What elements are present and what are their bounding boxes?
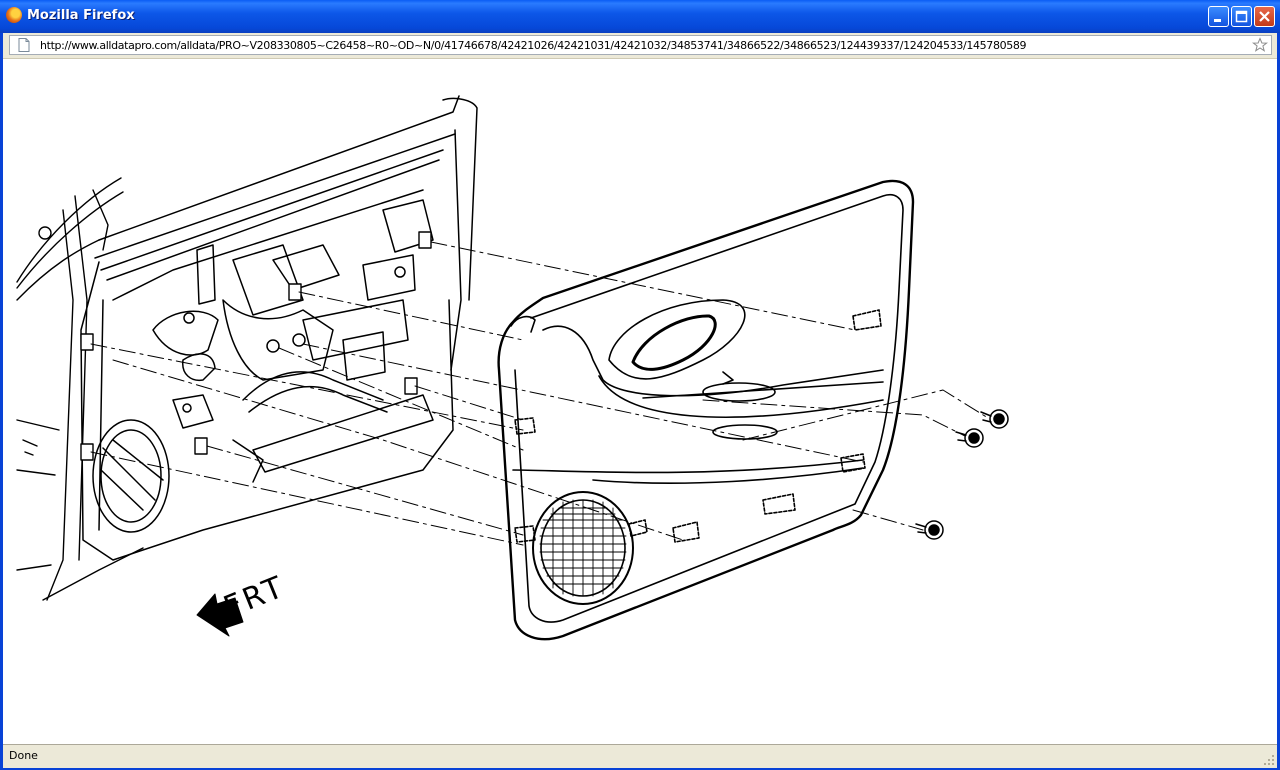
screw-middle [955, 428, 984, 448]
firefox-icon [6, 7, 22, 23]
front-direction-indicator: FRT [196, 569, 291, 637]
url-field[interactable]: http://www.alldatapro.com/alldata/PRO~V2… [9, 35, 1272, 55]
page-content: FRT [3, 59, 1277, 744]
bookmark-star-icon[interactable] [1252, 37, 1268, 53]
page-icon [18, 38, 30, 52]
status-bar: Done [3, 744, 1277, 768]
window-title: Mozilla Firefox [27, 8, 135, 23]
close-button[interactable] [1254, 6, 1275, 27]
url-text: http://www.alldatapro.com/alldata/PRO~V2… [40, 39, 1027, 52]
maximize-button[interactable] [1231, 6, 1252, 27]
title-bar[interactable]: Mozilla Firefox [0, 0, 1280, 33]
front-label: FRT [219, 569, 291, 625]
alignment-leader-lines [90, 241, 989, 546]
minimize-icon [1214, 19, 1221, 22]
status-text: Done [9, 749, 38, 762]
minimize-button[interactable] [1208, 6, 1229, 27]
inner-door-frame [80, 95, 478, 561]
retaining-screws [915, 409, 1009, 540]
car-body-pillar [16, 177, 144, 601]
screw-lower [915, 520, 944, 540]
resize-grip-icon[interactable] [1263, 754, 1275, 766]
address-bar: http://www.alldatapro.com/alldata/PRO~V2… [3, 33, 1277, 59]
maximize-icon [1235, 10, 1248, 23]
screw-upper [980, 409, 1009, 429]
close-icon [1259, 11, 1270, 22]
door-trim-diagram: FRT [16, 95, 1009, 641]
browser-window: Mozilla Firefox http://www.alldatapro.co… [0, 0, 1280, 770]
